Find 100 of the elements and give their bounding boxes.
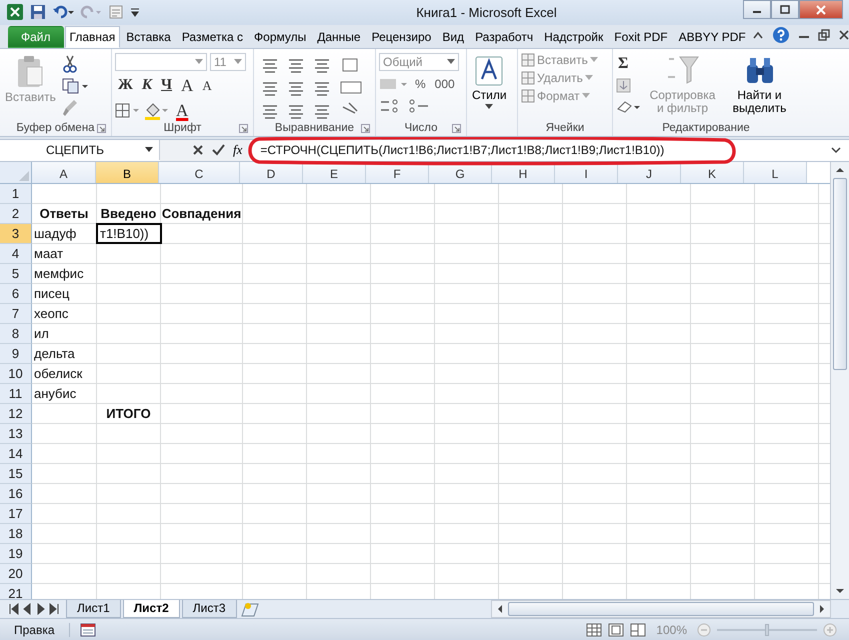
- page-break-icon[interactable]: [630, 622, 646, 636]
- scroll-up-icon[interactable]: [835, 166, 845, 174]
- sheet-tab[interactable]: Лист1: [66, 600, 121, 618]
- dialog-launcher-icon[interactable]: [452, 124, 461, 133]
- table-cell[interactable]: шадуф: [32, 224, 96, 243]
- number-format-field[interactable]: Общий: [379, 52, 459, 71]
- row-header[interactable]: 17: [0, 504, 32, 524]
- row-header[interactable]: 15: [0, 464, 32, 484]
- scroll-thumb[interactable]: [833, 178, 847, 370]
- table-cell[interactable]: мемфис: [32, 264, 96, 283]
- table-cell[interactable]: ИТОГО: [97, 404, 160, 423]
- ribbon-tab[interactable]: Рецензиро: [366, 26, 436, 48]
- ribbon-tab[interactable]: Foxit PDF: [609, 26, 673, 48]
- maximize-button[interactable]: [771, 0, 799, 19]
- fill-bucket-icon[interactable]: [144, 102, 170, 120]
- row-header[interactable]: 1: [0, 184, 32, 204]
- macro-record-icon[interactable]: [80, 622, 96, 636]
- formula-field[interactable]: =СТРОЧН(СЦЕПИТЬ(Лист1!B6;Лист1!B7;Лист1!B8;Лист1!B9;Лист1!B10)): [250, 143, 829, 158]
- table-cell[interactable]: анубис: [32, 384, 96, 403]
- brush-icon[interactable]: [62, 98, 78, 117]
- ribbon-tab[interactable]: Главная: [64, 26, 120, 48]
- autosum-button[interactable]: Σ: [616, 54, 630, 73]
- row-header[interactable]: 19: [0, 544, 32, 564]
- find-select-button[interactable]: Найти и выделить: [723, 52, 796, 117]
- row-header[interactable]: 21: [0, 584, 32, 599]
- table-cell[interactable]: т1!B10)): [96, 222, 162, 244]
- styles-button[interactable]: Стили: [470, 52, 509, 112]
- file-tab[interactable]: Файл: [8, 26, 64, 48]
- dialog-launcher-icon[interactable]: [239, 124, 248, 133]
- close-icon[interactable]: [838, 28, 849, 41]
- font-size-field[interactable]: 11: [210, 52, 246, 71]
- scissors-icon[interactable]: [62, 54, 78, 73]
- ribbon-tab[interactable]: Вид: [437, 26, 470, 48]
- insert-function-button[interactable]: fx: [233, 142, 242, 158]
- row-header[interactable]: 6: [0, 284, 32, 304]
- shrink-font-button[interactable]: A: [199, 78, 215, 94]
- row-header[interactable]: 3: [0, 224, 32, 244]
- row-header[interactable]: 11: [0, 384, 32, 404]
- column-header[interactable]: C: [159, 162, 240, 183]
- close-button[interactable]: [799, 0, 843, 19]
- table-cell[interactable]: дельта: [32, 344, 96, 363]
- sheet-tab[interactable]: Лист2: [122, 600, 180, 618]
- horizontal-scrollbar[interactable]: [491, 600, 831, 618]
- column-header[interactable]: A: [32, 162, 96, 183]
- dialog-launcher-icon[interactable]: [97, 124, 106, 133]
- row-header[interactable]: 12: [0, 404, 32, 424]
- minimize-button[interactable]: [743, 0, 771, 19]
- ribbon-tab[interactable]: Вставка: [121, 26, 176, 48]
- sheet-tab[interactable]: Лист3: [182, 600, 237, 618]
- row-header[interactable]: 13: [0, 424, 32, 444]
- row-header[interactable]: 14: [0, 444, 32, 464]
- table-cell[interactable]: хеопс: [32, 304, 96, 323]
- row-header[interactable]: 18: [0, 524, 32, 544]
- scroll-thumb[interactable]: [508, 602, 814, 616]
- grow-font-button[interactable]: A: [178, 76, 196, 96]
- ribbon-tab[interactable]: Разметка с: [176, 26, 248, 48]
- scroll-down-icon[interactable]: [835, 586, 845, 595]
- save-icon[interactable]: [30, 4, 46, 20]
- table-cell[interactable]: Ответы: [32, 204, 96, 223]
- ribbon-tab[interactable]: Разработч: [470, 26, 538, 48]
- help-icon[interactable]: [772, 26, 790, 44]
- row-header[interactable]: 9: [0, 344, 32, 364]
- ribbon-tab[interactable]: Надстройк: [539, 26, 608, 48]
- row-header[interactable]: 4: [0, 244, 32, 264]
- restore-icon[interactable]: [818, 28, 830, 41]
- collapse-ribbon-icon[interactable]: [752, 30, 764, 40]
- thousands-button[interactable]: 000: [432, 76, 458, 91]
- ribbon-tab[interactable]: Формулы: [249, 26, 312, 48]
- undo-icon[interactable]: [52, 4, 74, 20]
- row-header[interactable]: 7: [0, 304, 32, 324]
- percent-button[interactable]: %: [412, 76, 429, 91]
- row-header[interactable]: 8: [0, 324, 32, 344]
- table-cell[interactable]: Совпадения: [161, 204, 242, 223]
- row-header[interactable]: 2: [0, 204, 32, 224]
- checkmark-icon[interactable]: [212, 144, 225, 156]
- column-header[interactable]: L: [744, 162, 807, 183]
- row-header[interactable]: 20: [0, 564, 32, 584]
- italic-button[interactable]: К: [138, 77, 156, 94]
- zoom-slider-thumb[interactable]: [765, 624, 769, 636]
- new-sheet-icon[interactable]: [238, 600, 261, 617]
- eraser-icon[interactable]: [616, 98, 642, 115]
- ribbon-tab[interactable]: ABBYY PDF: [674, 26, 751, 48]
- scroll-right-icon[interactable]: [818, 604, 826, 614]
- table-cell[interactable]: Введено: [97, 204, 160, 223]
- scroll-left-icon[interactable]: [496, 604, 504, 614]
- font-color-button[interactable]: A: [173, 100, 192, 121]
- cancel-icon[interactable]: [192, 144, 204, 156]
- page-layout-icon[interactable]: [608, 622, 624, 636]
- borders-icon[interactable]: [115, 102, 141, 119]
- bold-button[interactable]: Ж: [115, 77, 136, 94]
- underline-button[interactable]: Ч: [158, 77, 176, 94]
- table-cell[interactable]: ил: [32, 324, 96, 343]
- vertical-scrollbar[interactable]: [830, 162, 849, 599]
- row-header[interactable]: 10: [0, 364, 32, 384]
- excel-logo-icon[interactable]: [6, 3, 24, 22]
- copy-icon[interactable]: [62, 78, 88, 94]
- ribbon-tab[interactable]: Данные: [312, 26, 366, 48]
- font-name-field[interactable]: [115, 52, 207, 71]
- dialog-launcher-icon[interactable]: [361, 124, 370, 133]
- table-cell[interactable]: писец: [32, 284, 96, 303]
